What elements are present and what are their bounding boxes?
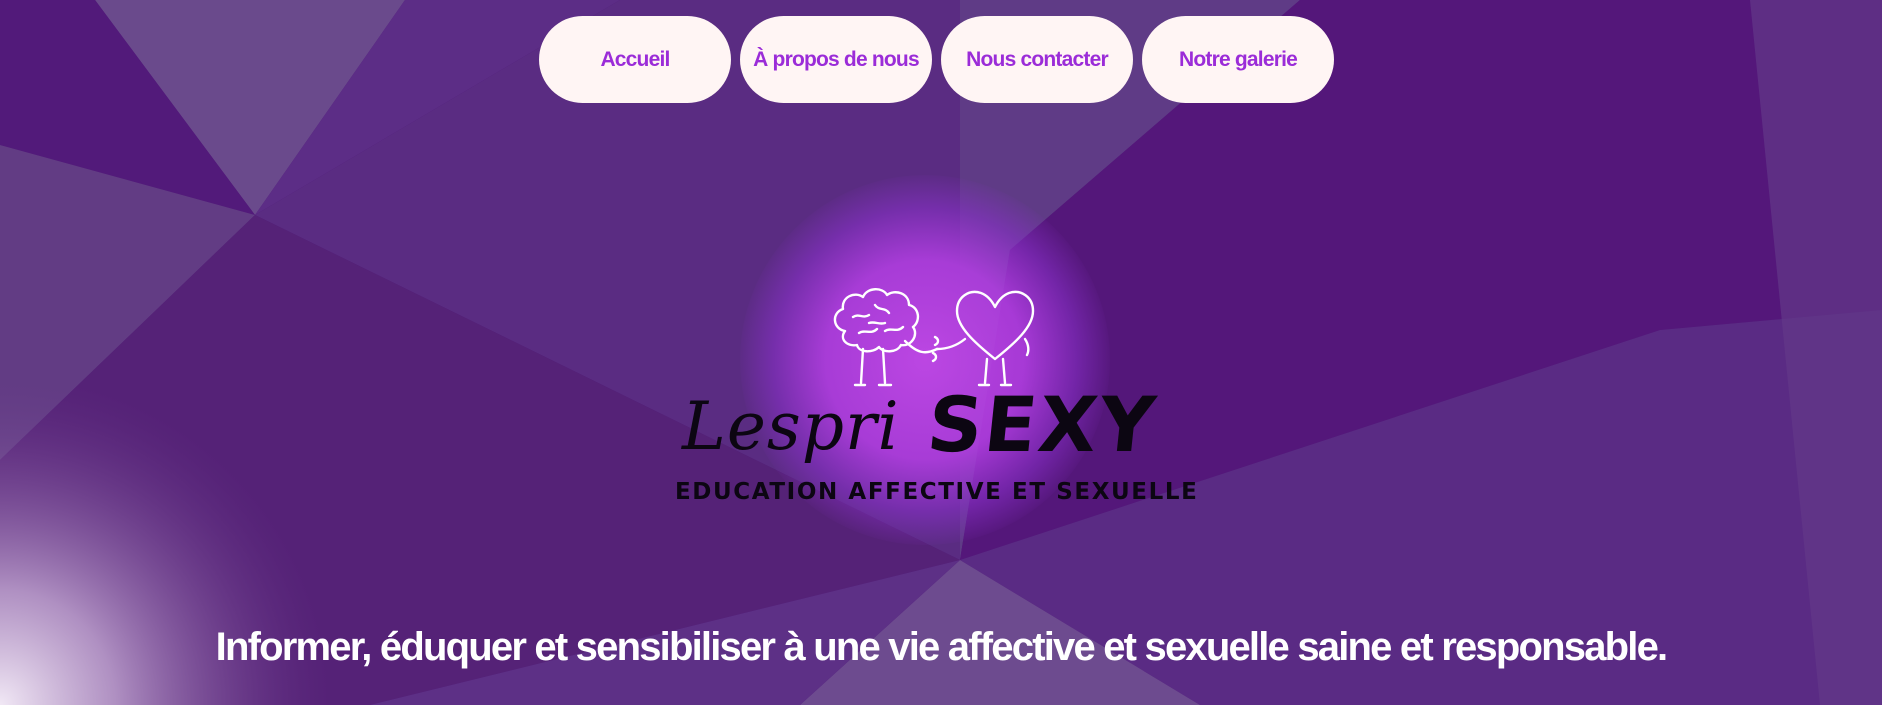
site-logo: Lespri SEXY EDUCATION AFFECTIVE ET SEXUE… [660, 175, 1220, 545]
hero-headline: Informer, éduquer et sensibiliser à une … [215, 625, 1669, 669]
nav-contact-button[interactable]: Nous contacter [941, 16, 1133, 103]
logo-script-text: Lespri [682, 388, 900, 465]
main-nav: Accueil À propos de nous Nous contacter … [539, 16, 1334, 103]
logo-bold-text: SEXY [923, 380, 1161, 469]
logo-wordmark: Lespri SEXY [670, 380, 1210, 470]
nav-accueil-button[interactable]: Accueil [539, 16, 731, 103]
logo-tagline: EDUCATION AFFECTIVE ET SEXUELLE [675, 479, 1199, 505]
nav-a-propos-button[interactable]: À propos de nous [740, 16, 932, 103]
nav-galerie-button[interactable]: Notre galerie [1142, 16, 1334, 103]
